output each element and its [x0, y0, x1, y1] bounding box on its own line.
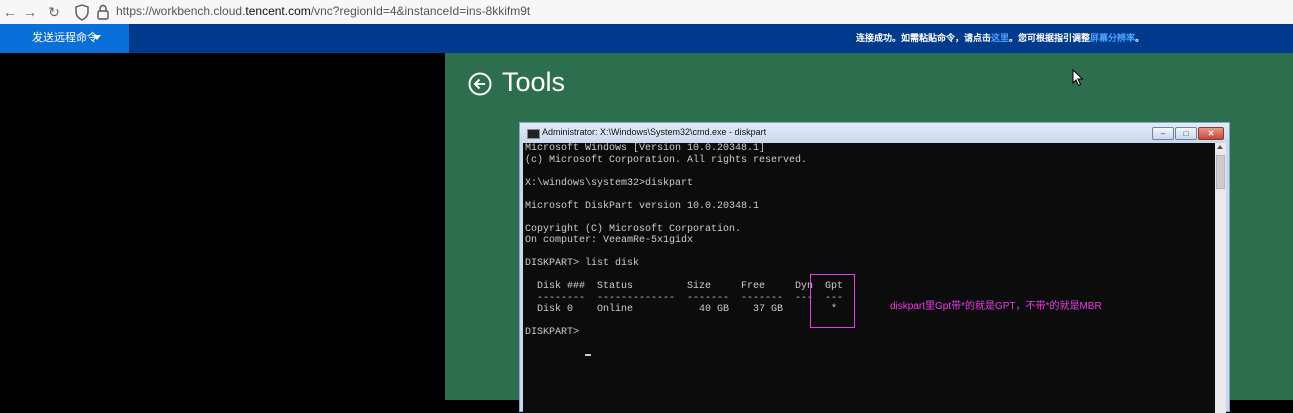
remote-screen-black-area: [0, 53, 445, 400]
chevron-down-icon: [93, 35, 101, 40]
cmd-title-bar[interactable]: Administrator: X:\Windows\System32\cmd.e…: [520, 123, 1229, 143]
cmd-window[interactable]: Administrator: X:\Windows\System32\cmd.e…: [519, 122, 1230, 413]
lock-icon[interactable]: [95, 3, 111, 21]
reload-icon[interactable]: ↻: [44, 2, 64, 22]
back-circle-icon[interactable]: [468, 72, 492, 96]
shield-icon[interactable]: [74, 3, 90, 21]
cmd-app-icon: [527, 129, 540, 139]
mouse-pointer-icon: [1072, 69, 1084, 87]
scroll-up-icon[interactable]: [1217, 145, 1223, 149]
annotation-note: diskpart里Gpt带*的就是GPT，不带*的就是MBR: [890, 301, 1102, 312]
address-bar[interactable]: https://workbench.cloud.tencent.com/vnc?…: [116, 4, 530, 18]
forward-arrow-icon[interactable]: →: [20, 2, 40, 22]
connection-message: 连接成功。如需粘贴命令，请点击这里。您可根据指引调整屏幕分辨率。: [856, 24, 1144, 53]
browser-toolbar: ← → ↻ https://workbench.cloud.tencent.co…: [0, 0, 1293, 25]
scrollbar-thumb[interactable]: [1216, 155, 1225, 189]
minimize-icon[interactable]: –: [1152, 127, 1174, 140]
vnc-toolbar: 发送远程命令 连接成功。如需粘贴命令，请点击这里。您可根据指引调整屏幕分辨率。: [0, 24, 1293, 53]
cmd-console[interactable]: Microsoft Windows [Version 10.0.20348.1]…: [523, 143, 1215, 413]
text-cursor: [585, 354, 591, 356]
vertical-scrollbar[interactable]: [1215, 143, 1226, 413]
message-text-1: 连接成功。如需粘贴命令，请点击: [856, 33, 992, 43]
url-suffix: /vnc?regionId=4&instanceId=ins-8kkifm9t: [310, 4, 531, 18]
cmd-output: Microsoft Windows [Version 10.0.20348.1]…: [525, 143, 844, 338]
message-text-3: 。: [1135, 33, 1145, 43]
close-icon[interactable]: ✕: [1198, 127, 1224, 140]
resolution-link[interactable]: 屏幕分辨率: [1090, 33, 1135, 43]
url-prefix: https://workbench.cloud.: [116, 4, 246, 18]
paste-here-link[interactable]: 这里: [991, 33, 1009, 43]
message-text-2: 。您可根据指引调整: [1009, 33, 1091, 43]
gpt-column-highlight: [810, 274, 855, 328]
cmd-window-title: Administrator: X:\Windows\System32\cmd.e…: [542, 127, 767, 137]
page-title: Tools: [502, 67, 566, 97]
send-remote-command-label: 发送远程命令: [32, 32, 98, 44]
back-arrow-icon[interactable]: ←: [0, 2, 20, 22]
url-domain: tencent.com: [245, 4, 311, 18]
maximize-icon[interactable]: □: [1175, 127, 1197, 140]
send-remote-command-button[interactable]: 发送远程命令: [0, 24, 129, 53]
